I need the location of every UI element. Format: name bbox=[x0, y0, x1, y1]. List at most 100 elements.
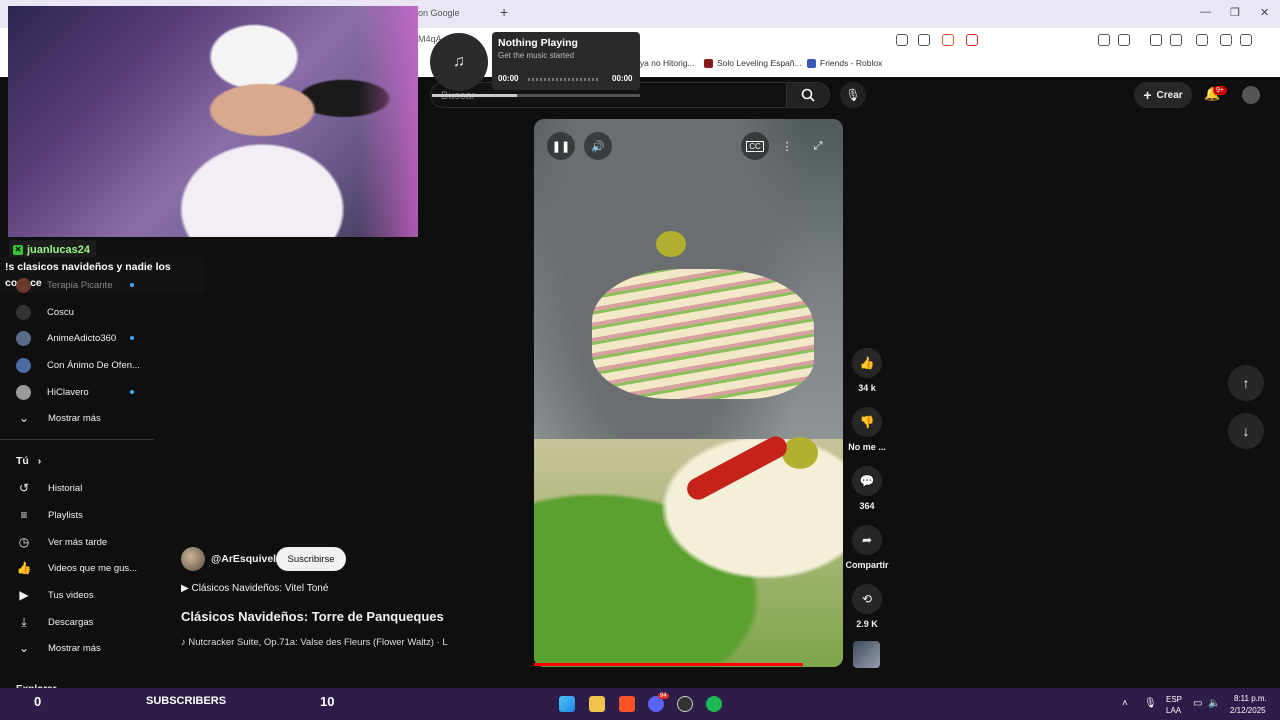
speaker-icon[interactable]: 🔈 bbox=[1208, 698, 1220, 709]
more-options-button[interactable]: ⋮ bbox=[773, 132, 801, 160]
sidebar-item-label: Terapia Picante bbox=[47, 279, 113, 291]
music-scrubber[interactable] bbox=[528, 78, 600, 81]
sidebar-item-label: Coscu bbox=[47, 306, 74, 318]
chevron-right-icon: › bbox=[37, 455, 42, 467]
sidebar-you-header[interactable]: Tú › bbox=[16, 455, 41, 467]
bookmark-friends-roblox[interactable]: Friends - Roblox bbox=[807, 58, 882, 68]
playlist-link[interactable]: ▶ Clásicos Navideños: Vitel Toné bbox=[181, 583, 328, 594]
clock-time[interactable]: 8:11 p.m. bbox=[1234, 694, 1267, 703]
download-icon: ⤓ bbox=[21, 614, 27, 629]
next-short-button[interactable]: ↓ bbox=[1228, 413, 1264, 449]
comment-icon: 💬 bbox=[859, 474, 875, 488]
video-progress-bar[interactable] bbox=[534, 663, 803, 666]
sidebar-item-downloads[interactable]: ⤓ Descargas bbox=[0, 609, 154, 635]
leo-icon[interactable] bbox=[1220, 34, 1232, 46]
captions-button[interactable]: CC bbox=[741, 132, 769, 160]
menu-icon[interactable] bbox=[1260, 34, 1272, 46]
sound-thumbnail[interactable] bbox=[853, 641, 880, 668]
comments-button[interactable]: 💬 bbox=[852, 466, 882, 496]
brave-shield-icon[interactable] bbox=[942, 34, 954, 46]
channel-avatar bbox=[16, 357, 31, 373]
vpn-icon[interactable] bbox=[1240, 34, 1252, 46]
music-progress-fill bbox=[432, 94, 518, 97]
sidebar-item-coscu[interactable]: Coscu bbox=[0, 299, 154, 325]
cast-icon[interactable] bbox=[896, 34, 908, 46]
previous-short-button[interactable]: ↑ bbox=[1228, 365, 1264, 401]
obs-icon[interactable] bbox=[677, 696, 693, 712]
sidebar-divider bbox=[0, 439, 154, 440]
subscribe-button[interactable]: Suscribirse bbox=[276, 547, 346, 571]
you-label: Tú bbox=[16, 455, 29, 467]
extension-badge-icon[interactable] bbox=[1196, 34, 1208, 46]
close-button[interactable]: ✕ bbox=[1260, 6, 1269, 19]
your-videos-icon: ▶ bbox=[19, 588, 29, 602]
sidebar-show-more-you[interactable]: ⌄ Mostrar más bbox=[0, 635, 154, 661]
create-button[interactable]: + Crear bbox=[1134, 82, 1192, 108]
media-icon[interactable] bbox=[1150, 34, 1162, 46]
clock-date[interactable]: 2/12/2025 bbox=[1230, 706, 1266, 715]
brave-browser-icon[interactable] bbox=[619, 696, 635, 712]
play-icon: ▶ bbox=[181, 583, 192, 594]
new-tab-button[interactable]: + bbox=[500, 4, 508, 20]
chevron-up-icon[interactable]: ˄ bbox=[1122, 698, 1128, 709]
sidebar-item-playlists[interactable]: ≡ Playlists bbox=[0, 502, 154, 528]
plus-icon: + bbox=[1143, 87, 1152, 103]
sidebar-item-your-videos[interactable]: ▶ Tus videos bbox=[0, 582, 154, 608]
language-code[interactable]: ESP bbox=[1166, 695, 1182, 704]
video-frame-olive bbox=[656, 231, 686, 257]
sidebar-item-watch-later[interactable]: ◷ Ver más tarde bbox=[0, 529, 154, 555]
share-button[interactable]: ➦ bbox=[852, 525, 882, 555]
volume-icon: 🔊 bbox=[591, 140, 605, 153]
file-explorer-icon[interactable] bbox=[589, 696, 605, 712]
spotify-icon[interactable] bbox=[706, 696, 722, 712]
short-video-player[interactable] bbox=[534, 119, 843, 667]
sidebar-item-hiclavero[interactable]: HiClavero bbox=[0, 379, 154, 405]
pause-button[interactable]: ❚❚ bbox=[547, 132, 575, 160]
chevron-down-icon: ⌄ bbox=[18, 641, 30, 655]
tab-title[interactable]: on Google bbox=[418, 8, 460, 18]
remix-icon: ⟲ bbox=[861, 592, 873, 606]
avatar[interactable] bbox=[1242, 86, 1260, 104]
playlist-title: Clásicos Navideños: Vitel Toné bbox=[191, 583, 329, 594]
sidebar-show-more-subscriptions[interactable]: ⌄ Mostrar más bbox=[0, 405, 154, 431]
sound-link[interactable]: ♪ Nutcracker Suite, Op.71a: Valse des Fl… bbox=[181, 637, 481, 648]
music-note-icon[interactable]: ♫ bbox=[430, 33, 488, 91]
voice-search-button[interactable]: 🎙 bbox=[840, 82, 866, 108]
channel-avatar[interactable] bbox=[181, 547, 205, 571]
arrow-down-icon: ↓ bbox=[1242, 423, 1250, 439]
video-frame-olive bbox=[782, 437, 818, 469]
sidebar-icon[interactable] bbox=[1170, 34, 1182, 46]
remix-button[interactable]: ⟲ bbox=[852, 584, 882, 614]
live-dot bbox=[130, 336, 134, 340]
bookmark-solo-leveling[interactable]: Solo Leveling Españ... bbox=[704, 58, 802, 68]
windows-start-icon[interactable] bbox=[559, 696, 575, 712]
channel-name[interactable]: @ArEsquivel bbox=[211, 553, 276, 565]
sidebar-item-animeadicto360[interactable]: AnimeAdicto360 bbox=[0, 325, 154, 351]
share-icon[interactable] bbox=[918, 34, 930, 46]
wallet-icon[interactable] bbox=[1118, 34, 1130, 46]
like-button[interactable]: 👍 bbox=[852, 348, 882, 378]
extensions-icon[interactable] bbox=[1098, 34, 1110, 46]
playlist-icon: ≡ bbox=[20, 508, 28, 522]
thumbs-down-icon: 👎 bbox=[859, 415, 875, 429]
sidebar-item-label: HiClavero bbox=[47, 386, 89, 398]
sidebar-item-terapia-picante[interactable]: Terapia Picante bbox=[0, 272, 154, 298]
webcam-overlay bbox=[8, 6, 418, 237]
language-layout[interactable]: LAA bbox=[1166, 706, 1181, 715]
video-frame-pancake-tower bbox=[592, 269, 814, 399]
minimize-button[interactable]: — bbox=[1200, 6, 1211, 18]
sidebar-item-liked-videos[interactable]: 👍 Videos que me gus... bbox=[0, 555, 154, 581]
sidebar-item-history[interactable]: ↺ Historial bbox=[0, 475, 154, 501]
sidebar-item-con-animo[interactable]: Con Ánimo De Ofen... bbox=[0, 352, 154, 378]
fullscreen-button[interactable]: ⤢ bbox=[804, 132, 832, 160]
chat-username-text: juanlucas24 bbox=[27, 243, 90, 256]
search-button[interactable] bbox=[786, 82, 830, 108]
music-widget[interactable]: Nothing Playing Get the music started 00… bbox=[492, 32, 640, 90]
volume-button[interactable]: 🔊 bbox=[584, 132, 612, 160]
mic-tray-icon[interactable]: 🎙 bbox=[1144, 698, 1157, 709]
network-icon[interactable]: ▭ bbox=[1193, 698, 1202, 709]
twitch-x-icon: ✕ bbox=[13, 244, 23, 255]
dislike-button[interactable]: 👎 bbox=[852, 407, 882, 437]
maximize-button[interactable]: ❐ bbox=[1230, 6, 1240, 19]
rewards-icon[interactable] bbox=[966, 34, 978, 46]
